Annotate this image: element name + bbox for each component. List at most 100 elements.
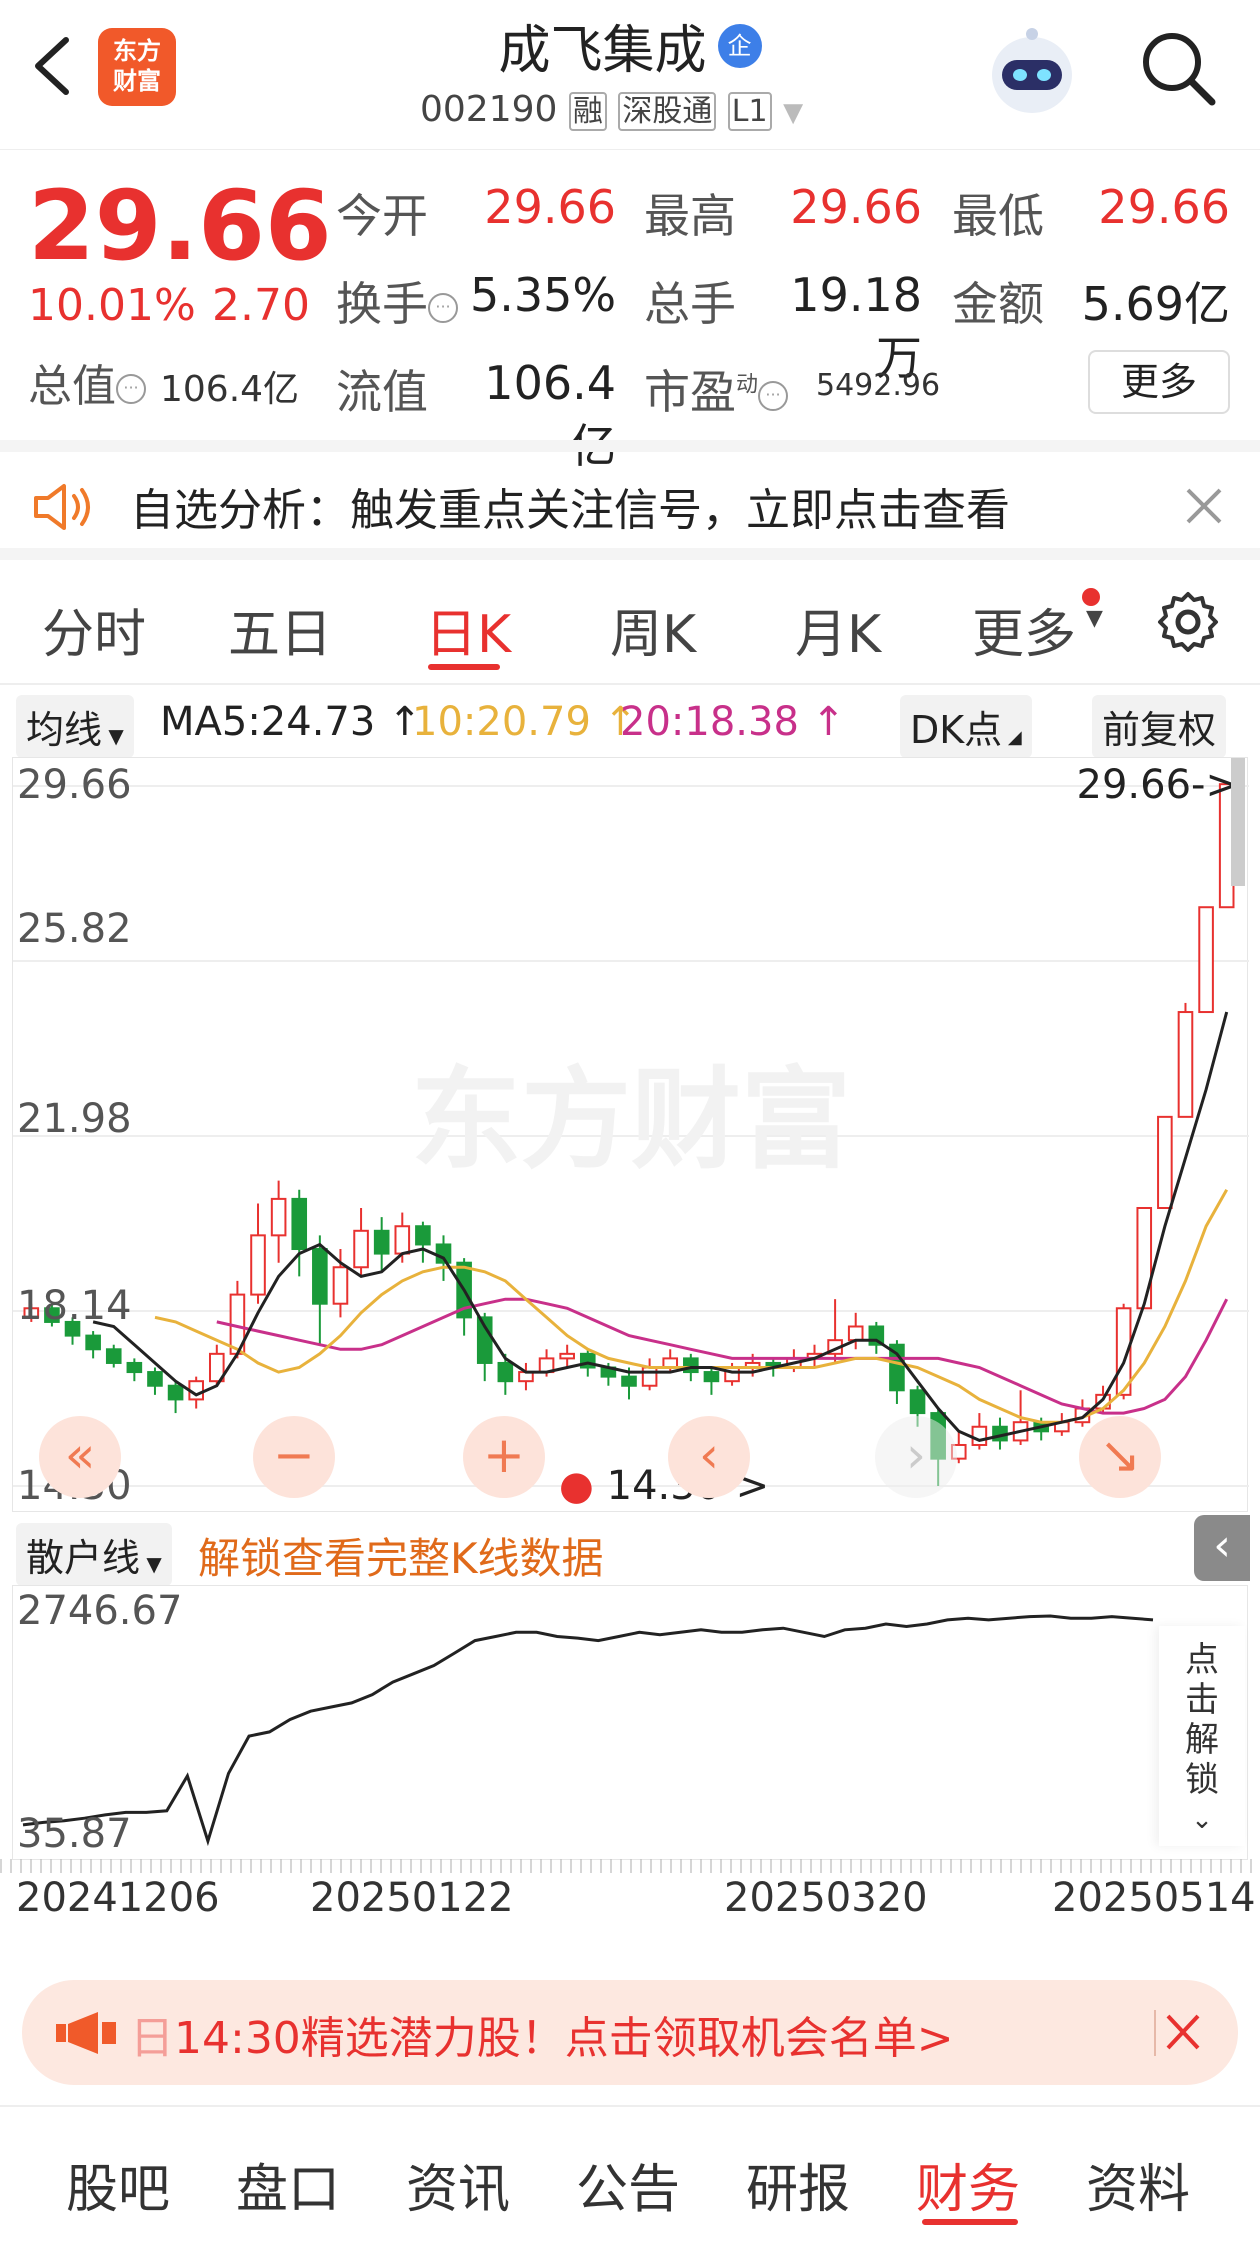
candle (147, 1367, 163, 1395)
quote-panel: 29.66 10.01% 2.70 总值 ··· 106.4亿 今开 29.66 … (0, 150, 1260, 473)
tab-daily-k[interactable]: 日K (425, 592, 511, 667)
more-dropdown-icon: ▼ (1086, 606, 1103, 631)
candle (559, 1344, 575, 1368)
zoom-in-button[interactable]: + (463, 1416, 545, 1498)
sub-indicator-selector[interactable]: 散户线 ▼ (16, 1523, 172, 1586)
tab-order-book[interactable]: 盘口 (236, 2147, 340, 2222)
finance-tab-underline (922, 2219, 1018, 2225)
settings-gear-icon[interactable] (1156, 590, 1220, 654)
float-value-label: 流值 (336, 365, 428, 419)
info-icon[interactable]: ··· (428, 292, 458, 323)
candle (476, 1312, 493, 1382)
tab-research[interactable]: 研报 (746, 2147, 850, 2222)
ma20-value: 20:18.38 ↑ (620, 699, 846, 745)
side-unlock-button[interactable]: 点击解锁 ⌄ (1159, 1626, 1245, 1846)
scroll-right-button[interactable]: › (875, 1416, 957, 1498)
amount-value: 5.69亿 (1081, 277, 1230, 331)
tab-five-day[interactable]: 五日 (228, 592, 332, 667)
candle (105, 1344, 122, 1368)
alert-banner[interactable]: 自选分析：触发重点关注信号，立即点击查看 (0, 440, 1260, 560)
tab-profile[interactable]: 资料 (1086, 2147, 1190, 2222)
date-axis: 20241206 20250122 20250320 20250514 (0, 1859, 1260, 1925)
min-dot-icon: ● (559, 1463, 594, 1509)
active-tab-underline (428, 664, 500, 670)
stock-code-row: 002190 融 深股通 L1 ▼ (420, 86, 803, 131)
turnover-label: 换手 ··· (336, 268, 458, 334)
collapse-arrow-icon[interactable]: ‹ (1194, 1515, 1250, 1581)
info-icon[interactable]: ··· (758, 380, 789, 411)
ma-legend-bar: 均线 ▼ MA5:24.73 ↑ 10:20.79 ↑ 20:18.38 ↑ D… (0, 685, 1260, 758)
promo-text: 日14:30精选潜力股！点击领取机会名单> (130, 2013, 954, 2064)
candle (270, 1180, 287, 1263)
date-2: 20250122 (310, 1875, 514, 1921)
dk-point-selector[interactable]: DK点 ◢ (900, 695, 1032, 758)
sub-y-min: 35.87 (17, 1811, 132, 1857)
low-label: 最低 (952, 189, 1044, 243)
tab-weekly-k[interactable]: 周K (610, 592, 696, 667)
y-label-max: 29.66 (17, 762, 132, 808)
candle (868, 1321, 885, 1354)
candle (312, 1235, 328, 1345)
ma-selector[interactable]: 均线 ▼ (16, 695, 134, 758)
candle (1157, 1115, 1173, 1210)
pe-label: 市盈动 ··· (644, 356, 789, 422)
tab-more[interactable]: 更多 (972, 592, 1076, 667)
adjust-selector[interactable]: 前复权 (1092, 695, 1227, 758)
sub-y-max: 2746.67 (17, 1588, 183, 1634)
sub-indicator-chart[interactable]: 2746.67 35.87 点击解锁 ⌄ (12, 1585, 1248, 1860)
tab-announcements[interactable]: 公告 (576, 2147, 680, 2222)
chevron-down-icon: ⌄ (1191, 1805, 1213, 1835)
ma10-line (154, 1189, 1229, 1424)
retail-line (22, 1614, 1154, 1847)
dropdown-icon[interactable]: ▼ (783, 98, 803, 128)
tab-intraday[interactable]: 分时 (42, 592, 146, 667)
low-value: 29.66 (1098, 180, 1230, 234)
promo-close-icon[interactable] (1154, 2010, 1200, 2056)
date-start: 20241206 (16, 1875, 220, 1921)
tab-monthly-k[interactable]: 月K (795, 592, 881, 667)
watermark: 东方财富 (411, 1056, 851, 1184)
candle (971, 1413, 988, 1450)
stock-name: 成飞集成 (498, 21, 707, 81)
last-price: 29.66 (28, 170, 332, 282)
candle (827, 1299, 843, 1363)
total-value-label: 总值 (28, 361, 116, 412)
enterprise-badge: 企 (717, 23, 762, 68)
tab-news[interactable]: 资讯 (406, 2147, 510, 2222)
tab-finance[interactable]: 财务 (916, 2147, 1020, 2222)
candle (373, 1217, 390, 1272)
candle (1177, 1002, 1194, 1118)
candle (291, 1189, 308, 1277)
y-label-4: 18.14 (17, 1283, 132, 1329)
more-button[interactable]: 更多 (1088, 350, 1230, 414)
speaker-icon (30, 482, 96, 532)
scroll-left-fast-button[interactable]: « (39, 1416, 121, 1498)
zoom-out-button[interactable]: − (253, 1416, 335, 1498)
tab-guba[interactable]: 股吧 (66, 2147, 170, 2222)
candle (1198, 906, 1214, 1014)
candle (641, 1358, 658, 1391)
candle (703, 1367, 720, 1395)
promo-banner[interactable]: 日14:30精选潜力股！点击领取机会名单> (22, 1980, 1238, 2085)
turnover-value: 5.35% (470, 268, 617, 322)
megaphone-icon (52, 2010, 122, 2056)
kline-chart[interactable]: 东方财富 29.66 25.82 21.98 18.14 14.30 29.66… (12, 757, 1249, 1512)
close-icon[interactable] (1184, 486, 1224, 526)
info-icon[interactable]: ··· (116, 374, 146, 404)
scroll-left-button[interactable]: ‹ (668, 1416, 750, 1498)
scroll-indicator[interactable] (1231, 758, 1245, 886)
candle (1136, 1207, 1153, 1310)
unlock-link[interactable]: 解锁查看完整K线数据 (198, 1525, 604, 1586)
tag-level: L1 (727, 92, 772, 131)
total-value-row: 总值 ··· 106.4亿 (28, 350, 299, 414)
search-icon[interactable] (1138, 28, 1218, 108)
candle (353, 1208, 369, 1277)
candle (85, 1331, 101, 1359)
total-value: 106.4亿 (160, 369, 300, 410)
jump-latest-button[interactable]: ↘ (1079, 1416, 1161, 1498)
period-tabs: 分时 五日 日K 周K 月K 更多 ▼ (0, 560, 1260, 685)
date-ticks (0, 1859, 1260, 1873)
open-label: 今开 (336, 189, 428, 243)
date-end: 20250514 (1052, 1875, 1256, 1921)
robot-assistant-icon[interactable] (982, 20, 1082, 120)
